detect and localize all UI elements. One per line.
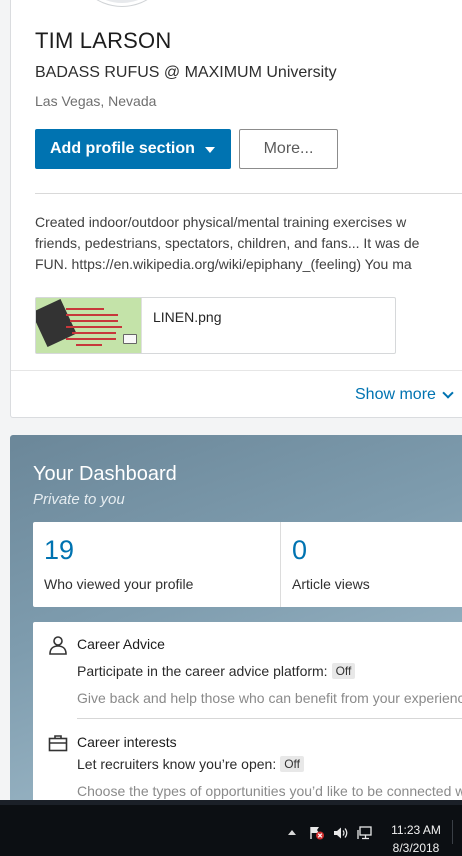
summary-line[interactable]: FUN. https://en.wikipedia.org/wiki/epiph…	[35, 254, 462, 275]
career-interests-description: Choose the types of opportunities you’d …	[77, 783, 462, 799]
profile-summary: Created indoor/outdoor physical/mental t…	[35, 212, 462, 275]
row-divider	[77, 718, 462, 719]
dashboard-subtitle: Private to you	[33, 491, 125, 508]
volume-icon[interactable]	[333, 826, 349, 840]
image-icon	[123, 334, 137, 344]
profile-views-stat[interactable]: 19 Who viewed your profile	[33, 522, 281, 607]
clock-time: 11:23 AM	[391, 823, 441, 837]
career-advice-description: Give back and help those who can benefit…	[77, 690, 462, 706]
briefcase-icon	[48, 735, 68, 752]
career-interests-setting[interactable]: Let recruiters know you’re open: Off	[77, 756, 305, 772]
media-thumbnail	[36, 298, 142, 353]
network-icon[interactable]	[357, 826, 373, 840]
summary-line: Created indoor/outdoor physical/mental t…	[35, 214, 407, 230]
media-attachment[interactable]: LINEN.png	[35, 297, 396, 354]
dashboard-settings-panel: Career Advice Participate in the career …	[33, 622, 462, 815]
article-views-count: 0	[292, 535, 308, 565]
profile-name: TIM LARSON	[35, 28, 172, 53]
profile-views-label: Who viewed your profile	[44, 576, 194, 592]
person-icon	[49, 636, 67, 655]
article-views-stat[interactable]: 0 Article views	[281, 522, 462, 607]
caret-down-icon	[205, 147, 215, 153]
profile-views-count: 19	[44, 535, 75, 565]
chevron-down-icon	[442, 387, 454, 399]
profile-headline: BADASS RUFUS @ MAXIMUM University	[35, 64, 337, 81]
system-clock[interactable]: 11:23 AM 8/3/2018	[382, 821, 450, 856]
career-interests-setting-label: Let recruiters know you’re open:	[77, 756, 277, 772]
status-badge: Off	[280, 756, 305, 772]
dashboard-title: Your Dashboard	[33, 463, 177, 485]
add-profile-section-label: Add profile section	[50, 140, 195, 157]
show-desktop-button[interactable]	[452, 820, 462, 844]
taskbar: 11:23 AM 8/3/2018	[0, 800, 462, 856]
dashboard-card: Your Dashboard Private to you 19 Who vie…	[10, 435, 462, 815]
career-advice-title[interactable]: Career Advice	[77, 636, 165, 652]
summary-line: friends, pedestrians, spectators, childr…	[35, 235, 420, 251]
career-advice-setting-label: Participate in the career advice platfor…	[77, 663, 328, 679]
more-button[interactable]: More...	[239, 129, 338, 169]
profile-card: TIM LARSON BADASS RUFUS @ MAXIMUM Univer…	[10, 0, 462, 418]
action-center-flag-icon[interactable]	[309, 826, 325, 840]
status-badge: Off	[331, 663, 356, 679]
add-profile-section-button[interactable]: Add profile section	[35, 129, 231, 169]
media-file-name: LINEN.png	[153, 309, 222, 325]
show-more-button[interactable]: Show more	[355, 386, 454, 404]
article-views-label: Article views	[292, 576, 370, 592]
clock-date: 8/3/2018	[392, 841, 440, 855]
card-footer-divider	[11, 370, 462, 371]
show-hidden-icons-icon[interactable]	[288, 830, 296, 835]
section-divider	[35, 193, 462, 194]
show-more-label: Show more	[355, 386, 436, 403]
career-advice-setting[interactable]: Participate in the career advice platfor…	[77, 663, 356, 679]
profile-photo[interactable]	[73, 0, 171, 6]
dashboard-stats: 19 Who viewed your profile 0 Article vie…	[33, 522, 462, 607]
career-interests-title[interactable]: Career interests	[77, 734, 177, 750]
profile-location: Las Vegas, Nevada	[35, 93, 157, 109]
